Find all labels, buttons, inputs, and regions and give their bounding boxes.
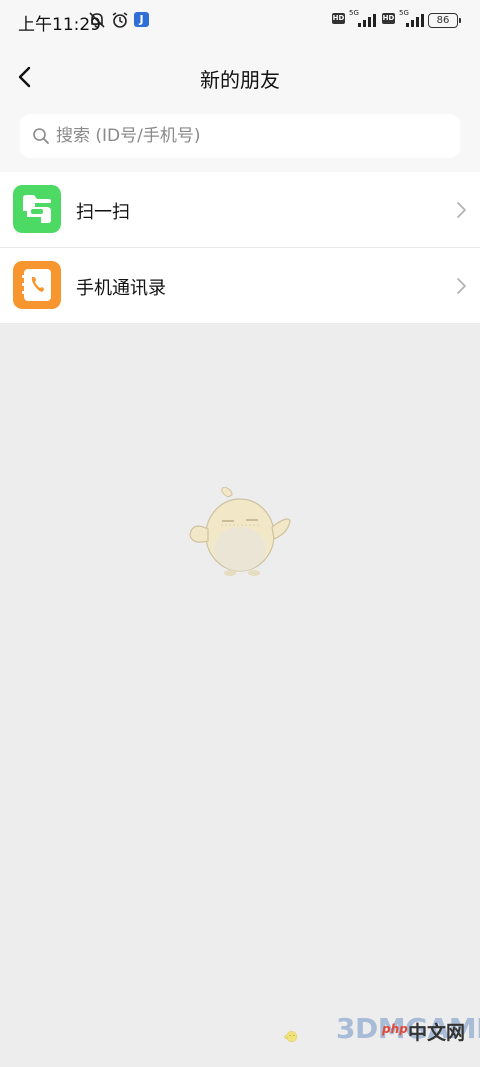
menu-item-label: 手机通讯录	[76, 278, 166, 299]
signal-icon	[358, 14, 376, 27]
alarm-icon	[112, 12, 128, 28]
watermark-site-suffix: 中文网	[408, 1022, 466, 1044]
battery-icon: 86	[428, 13, 461, 28]
signal-icon	[406, 14, 424, 27]
chevron-right-icon	[457, 278, 466, 294]
empty-state-mascot-icon	[189, 487, 291, 576]
scan-icon	[13, 185, 61, 233]
search-bar[interactable]	[20, 114, 460, 158]
hd-badge: HD	[382, 13, 395, 24]
search-icon	[33, 128, 49, 144]
phone-contacts-icon	[13, 261, 61, 309]
app-notification-icon: J	[134, 12, 149, 27]
chevron-right-icon	[457, 202, 466, 218]
page-title: 新的朋友	[200, 68, 280, 92]
bell-off-icon	[89, 12, 105, 28]
nav-bar: 新的朋友	[0, 40, 480, 114]
watermark-site-prefix: php	[382, 1022, 408, 1036]
watermark-mascot-icon	[284, 1029, 298, 1043]
menu-list: 扫一扫 手机通讯录	[0, 172, 480, 323]
menu-item-label: 扫一扫	[76, 202, 130, 223]
menu-item-phone-contacts[interactable]: 手机通讯录	[0, 247, 480, 323]
hd-badge: HD	[332, 13, 345, 24]
status-bar: 上午11:29 J HD 5G HD 5G 86	[0, 0, 480, 40]
menu-item-scan[interactable]: 扫一扫	[0, 172, 480, 247]
search-input[interactable]	[56, 114, 446, 158]
